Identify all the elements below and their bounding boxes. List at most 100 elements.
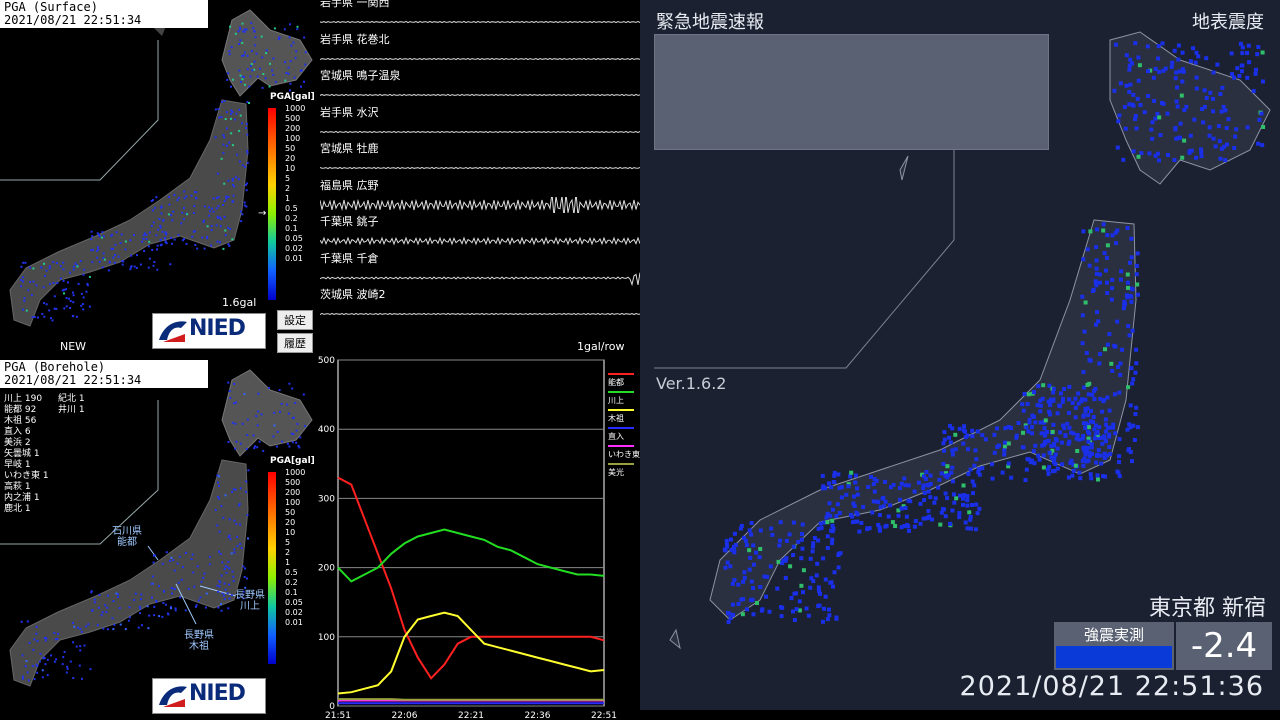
chart-y-tick-label: 500 <box>318 356 335 366</box>
scale-tick: 0.02 <box>285 244 303 253</box>
chart-legend-label: 直入 <box>608 431 624 441</box>
measured-intensity-color-bar <box>1056 646 1172 668</box>
waveform-trace <box>320 93 640 97</box>
scale-tick: 0.5 <box>285 204 298 213</box>
chart-legend-label: 美光 <box>608 467 624 477</box>
chart-x-tick-label: 22:06 <box>392 711 418 720</box>
waveform-station-label: 宮城県 牡鹿 <box>320 142 379 155</box>
eew-info-box <box>654 34 1049 150</box>
surface-scale-title: PGA[gal] <box>270 92 315 102</box>
scale-tick: 0.01 <box>285 618 303 627</box>
scale-tick: 1000 <box>285 104 306 113</box>
waveform-station-label: 岩手県 一関西 <box>320 0 390 9</box>
waveform-trace <box>320 57 640 60</box>
station-rank-item: 美浜 2 <box>4 438 31 448</box>
scale-tick: 0.2 <box>285 578 298 587</box>
waveform-row: 千葉県 銚子 <box>320 213 640 249</box>
chart-legend-label: 能都 <box>608 377 624 387</box>
waveform-trace <box>320 166 640 170</box>
scale-tick: 0.5 <box>285 568 298 577</box>
monitor-left-panel: PGA (Surface) 2021/08/21 22:51:34 PGA[ga… <box>0 0 640 720</box>
waveform-trace <box>320 130 640 133</box>
scale-tick: 5 <box>285 174 291 183</box>
nied-logo-bottom: NIED <box>152 678 266 714</box>
scale-tick: 0.05 <box>285 234 303 243</box>
datetime-display: 2021/08/21 22:51:36 <box>959 671 1264 702</box>
station-rank-item: 能都 92 <box>4 405 37 415</box>
waveform-row: 福島県 広野 <box>320 177 640 213</box>
station-rank-item: 井川 1 <box>58 405 85 415</box>
waveform-trace <box>320 196 640 213</box>
nied-logo-text: NIED <box>189 316 246 341</box>
waveform-row: 岩手県 花巻北 <box>320 31 640 67</box>
borehole-time: 2021/08/21 22:51:34 <box>4 373 142 387</box>
scale-tick: 0.1 <box>285 588 298 597</box>
waveform-row: 宮城県 鳴子温泉 <box>320 67 640 103</box>
station-rank-item: 高萩 1 <box>4 482 31 492</box>
waveform-station-label: 福島県 広野 <box>320 178 379 192</box>
borehole-station-ranking-left: 川上 190 能都 92 木祖 56 直入 6 美浜 2 矢曇城 1 早岐 1 いわき東 1高… <box>4 394 49 515</box>
scale-tick: 0.2 <box>285 214 298 223</box>
scale-tick: 0.1 <box>285 224 298 233</box>
version-label: Ver.1.6.2 <box>656 374 727 393</box>
chart-legend-label: 川上 <box>608 396 624 405</box>
scale-tick: 2 <box>285 184 291 193</box>
history-button[interactable]: 履歴 <box>277 333 313 353</box>
scale-tick: 1 <box>285 194 291 203</box>
waveform-row: 岩手県 水沢 <box>320 104 640 140</box>
scale-tick: 5 <box>285 538 291 547</box>
chart-legend-label: 木祖 <box>608 413 624 423</box>
waveform-trace <box>320 20 640 24</box>
station-rank-item: 紀北 1 <box>58 394 85 404</box>
callout-noto: 石川県 能都 <box>112 526 142 548</box>
waveform-station-label: 岩手県 水沢 <box>320 105 379 119</box>
chart-y-tick-label: 200 <box>318 564 335 574</box>
station-rank-item: 早岐 1 <box>4 460 31 470</box>
scale-tick: 20 <box>285 154 296 163</box>
scale-tick: 0.02 <box>285 608 303 617</box>
borehole-station-ranking-right: 紀北 1 井川 1 <box>58 394 85 416</box>
nied-logo-top: NIED <box>152 313 266 349</box>
surface-max-label: 1.6gal <box>222 296 257 309</box>
chart-series-line <box>338 698 604 701</box>
scale-tick: 100 <box>285 498 301 507</box>
chart-x-tick-label: 21:51 <box>325 711 351 720</box>
surface-scale-ticks: 1000 500 200 100 50 20 10 5 2 1 0.5 0.2 0.1 0.05 0.02 0… <box>285 104 305 264</box>
waveform-trace <box>320 236 640 246</box>
station-rank-item: 鹿北 1 <box>4 504 31 514</box>
chart-x-tick-label: 22:51 <box>591 711 617 720</box>
scale-tick: 500 <box>285 478 301 487</box>
station-rank-item: 直入 6 <box>4 427 31 437</box>
scale-tick: 0.01 <box>285 254 303 263</box>
pga-timeseries-chart: 500400300200100021:51 22:06 22:21 22:36 22:5… <box>318 356 640 720</box>
scale-tick: 2 <box>285 548 291 557</box>
surface-pointer-arrow: → <box>258 208 267 219</box>
measured-intensity-label: 強震実測 <box>1083 626 1144 644</box>
scale-tick: 10 <box>285 528 296 537</box>
scale-tick: 100 <box>285 134 301 143</box>
surface-timestamp-box: PGA (Surface) 2021/08/21 22:51:34 <box>0 0 208 28</box>
nied-logo-text: NIED <box>189 681 246 706</box>
scale-tick: 500 <box>285 114 301 123</box>
surface-time: 2021/08/21 22:51:34 <box>4 13 142 27</box>
waveform-station-label: 千葉県 銚子 <box>320 215 379 228</box>
waveform-station-label: 千葉県 千倉 <box>320 251 379 265</box>
station-rank-item: 木祖 56 <box>4 416 37 426</box>
nied-emblem-icon <box>159 686 187 707</box>
surface-color-scale <box>268 108 276 300</box>
scale-tick: 0.05 <box>285 598 303 607</box>
scale-tick: 50 <box>285 508 296 517</box>
scale-tick: 1000 <box>285 468 306 477</box>
waveform-trace <box>320 312 640 316</box>
borehole-scale-title: PGA[gal] <box>270 456 315 466</box>
scale-tick: 10 <box>285 164 296 173</box>
station-rank-item: いわき東 1 <box>4 471 49 481</box>
waveform-station-label: 宮城県 鳴子温泉 <box>320 69 401 82</box>
station-rank-item: 川上 190 <box>4 394 43 404</box>
scale-tick: 200 <box>285 488 301 497</box>
chart-legend-label: いわき東 <box>608 449 640 459</box>
station-rank-item: 内之浦 1 <box>4 493 40 503</box>
waveform-row: 宮城県 牡鹿 <box>320 140 640 176</box>
settings-button[interactable]: 設定 <box>277 310 313 330</box>
chart-y-tick-label: 100 <box>318 633 335 643</box>
